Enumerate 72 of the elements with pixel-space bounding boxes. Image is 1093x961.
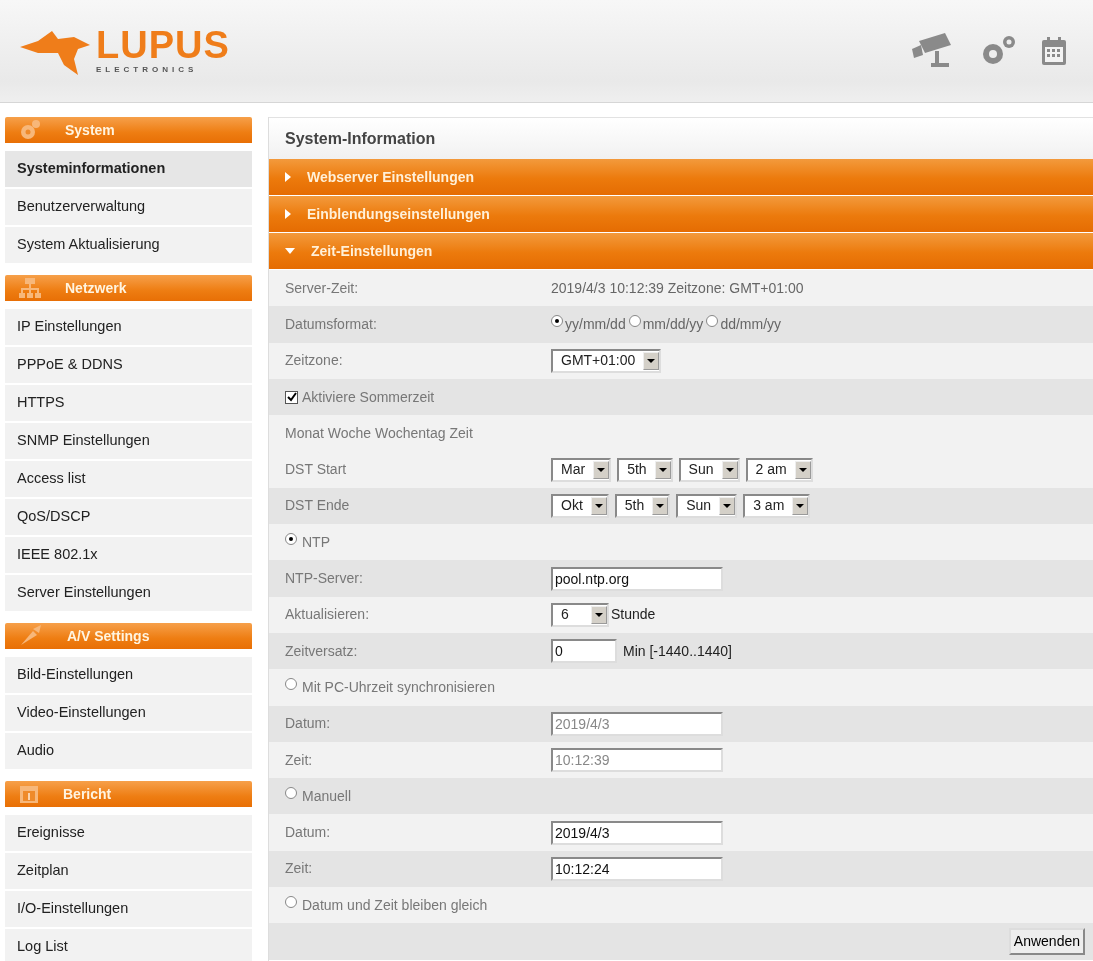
dropdown[interactable]: 2 am bbox=[745, 457, 813, 482]
radio-label: Mit PC-Uhrzeit synchronisieren bbox=[302, 677, 495, 697]
sidebar-item[interactable]: Systeminformationen bbox=[5, 151, 252, 189]
dropdown[interactable]: 5th bbox=[617, 457, 673, 482]
radio-button[interactable] bbox=[285, 896, 297, 909]
field-label: Datum: bbox=[285, 714, 332, 734]
input-field[interactable]: 0 bbox=[551, 639, 617, 664]
unit-label: Stunde bbox=[611, 605, 656, 625]
checkbox[interactable] bbox=[285, 390, 298, 404]
radio-button[interactable] bbox=[551, 315, 563, 328]
sidebar-item[interactable]: PPPoE & DDNS bbox=[5, 347, 252, 385]
sidebar-item[interactable]: Video-Einstellungen bbox=[5, 695, 252, 733]
field-label: Monat Woche Wochentag Zeit bbox=[285, 423, 473, 443]
sidebar-item[interactable]: System Aktualisierung bbox=[5, 227, 252, 265]
sidebar-item[interactable]: IEEE 802.1x bbox=[5, 537, 252, 575]
field-value: 2019/4/3 10:12:39 Zeitzone: GMT+01:00 bbox=[551, 278, 804, 298]
field-label: Zeit: bbox=[285, 859, 314, 879]
field-label: Zeitzone: bbox=[285, 351, 344, 371]
input-field[interactable]: pool.ntp.org bbox=[551, 566, 723, 591]
sidebar-item[interactable]: SNMP Einstellungen bbox=[5, 423, 252, 461]
sidebar-item[interactable]: IP Einstellungen bbox=[5, 309, 252, 347]
radio-button[interactable] bbox=[285, 678, 297, 691]
network-icon bbox=[19, 277, 41, 299]
sidebar-item[interactable]: Server Einstellungen bbox=[5, 575, 252, 613]
input-field[interactable]: 10:12:24 bbox=[551, 856, 723, 881]
radio-button[interactable] bbox=[285, 533, 297, 546]
sidebar-item[interactable]: QoS/DSCP bbox=[5, 499, 252, 537]
radio-label: Manuell bbox=[302, 786, 352, 806]
sidebar-item[interactable]: Audio bbox=[5, 733, 252, 771]
dropdown[interactable]: Sun bbox=[678, 457, 740, 482]
gear-icon bbox=[19, 119, 41, 141]
field-label: DST Start bbox=[285, 460, 348, 480]
dropdown[interactable]: 5th bbox=[614, 493, 671, 518]
field-label: Datumsformat: bbox=[285, 314, 378, 334]
dropdown[interactable]: Sun bbox=[676, 493, 738, 518]
dropdown[interactable]: Okt bbox=[551, 493, 609, 518]
radio-button[interactable] bbox=[285, 787, 297, 800]
sidebar-item[interactable]: HTTPS bbox=[5, 385, 252, 423]
radio-label: dd/mm/yy bbox=[720, 314, 782, 334]
unit-label: Min [-1440..1440] bbox=[623, 641, 732, 661]
field-label: Datum: bbox=[285, 823, 332, 843]
sidebar-item[interactable]: Benutzerverwaltung bbox=[5, 189, 252, 227]
sidebar-item[interactable]: Log List bbox=[5, 929, 252, 961]
calendar-icon bbox=[19, 784, 39, 804]
dropdown[interactable]: 3 am bbox=[743, 493, 811, 518]
dropdown[interactable]: Mar bbox=[551, 457, 612, 482]
logo-tagline: ELECTRONICS bbox=[96, 64, 199, 76]
sidebar-item[interactable]: I/O-Einstellungen bbox=[5, 891, 252, 929]
field-label: NTP-Server: bbox=[285, 569, 364, 588]
radio-button[interactable] bbox=[706, 315, 719, 328]
radio-button[interactable] bbox=[628, 315, 641, 328]
sidebar-item[interactable]: Ereignisse bbox=[5, 815, 252, 853]
logo-text: LUPUS bbox=[96, 26, 230, 64]
radio-label: Datum und Zeit bleiben gleich bbox=[302, 895, 488, 915]
dropdown[interactable]: GMT+01:00 bbox=[551, 348, 662, 373]
field-label: Zeitversatz: bbox=[285, 641, 359, 661]
radio-label: NTP bbox=[302, 532, 330, 552]
dropdown[interactable]: 6 bbox=[551, 602, 609, 627]
calendar-icon[interactable] bbox=[1041, 36, 1067, 66]
sidebar-item[interactable]: Zeitplan bbox=[5, 853, 252, 891]
field-label: Aktualisieren: bbox=[285, 605, 371, 625]
input-field[interactable]: 2019/4/3 bbox=[551, 820, 723, 845]
field-label: Server-Zeit: bbox=[285, 278, 360, 298]
field-label: DST Ende bbox=[285, 496, 351, 516]
sidebar-item[interactable]: Bild-Einstellungen bbox=[5, 657, 252, 695]
panel-title: System-Information bbox=[269, 117, 1093, 159]
radio-label: yy/mm/dd bbox=[565, 314, 626, 334]
apply-button[interactable]: Anwenden bbox=[1008, 928, 1085, 955]
field-label: Zeit: bbox=[285, 750, 314, 770]
checkbox-label: Aktiviere Sommerzeit bbox=[302, 387, 435, 407]
radio-label: mm/dd/yy bbox=[642, 314, 704, 334]
sidebar-item[interactable]: Access list bbox=[5, 461, 252, 499]
